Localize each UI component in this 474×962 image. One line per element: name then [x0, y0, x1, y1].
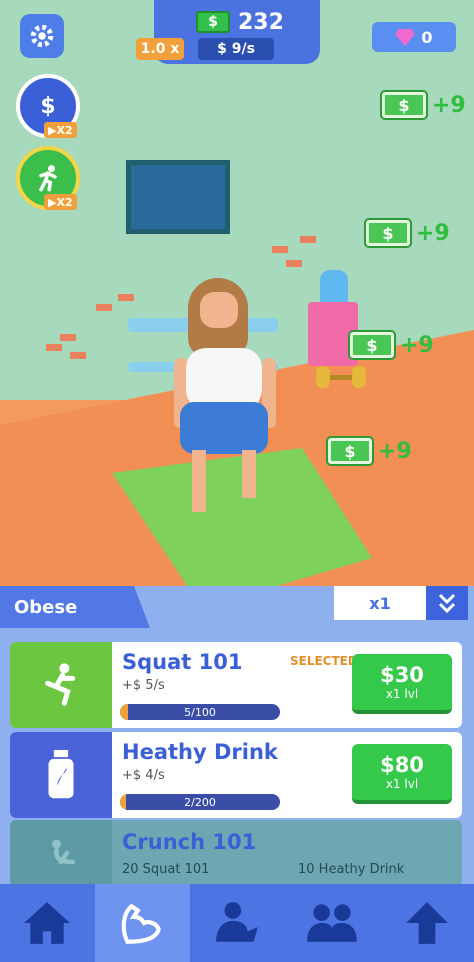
nav-upgrades[interactable]: [379, 884, 474, 962]
wall-brick: [96, 304, 112, 311]
unlock-requirement: 10 Heathy Drink: [298, 862, 405, 877]
crunch-icon: [10, 820, 112, 886]
unlock-requirement: 20 Squat 101: [122, 862, 210, 877]
wall-brick: [272, 246, 288, 253]
buy-price: $30: [380, 663, 424, 687]
bottle-icon: [10, 732, 112, 818]
cash-icon: $: [196, 11, 230, 33]
exercise-progress-bar: 2/200: [120, 794, 280, 810]
progress-text: 2/200: [184, 795, 216, 809]
buy-price: $80: [380, 753, 424, 777]
video-x2-badge: ▶ X2: [44, 194, 77, 210]
income-popup: $ +9: [380, 90, 466, 120]
speed-booster-button[interactable]: ▶ X2: [16, 146, 80, 210]
wall-brick: [46, 344, 62, 351]
income-popup: $ +9: [348, 330, 434, 360]
cash-display: $ 232: [196, 8, 284, 36]
income-rate: $ 9/s: [198, 38, 274, 60]
wall-brick: [60, 334, 76, 341]
selected-label: SELECTED: [290, 654, 358, 668]
diamond-icon: [395, 29, 416, 46]
wall-tv: [126, 160, 230, 234]
progress-text: 5/100: [184, 705, 216, 719]
exercise-name: Squat 101: [122, 650, 243, 674]
bottom-nav: [0, 884, 474, 962]
nav-home[interactable]: [0, 884, 95, 962]
wall-brick: [286, 260, 302, 267]
body-type-label: Obese: [0, 586, 150, 628]
wall-brick: [70, 352, 86, 359]
exercise-card-squat[interactable]: Squat 101 +$ 5/s SELECTED 5/100 $30 x1 l…: [10, 642, 462, 728]
buy-button[interactable]: $80 x1 lvl: [352, 744, 452, 804]
gear-icon: [30, 24, 54, 48]
wall-brick: [118, 294, 134, 301]
muscle-icon: [121, 903, 162, 944]
squat-icon: [10, 642, 112, 728]
exercise-name: Heathy Drink: [122, 740, 278, 764]
cash-icon: $: [348, 330, 396, 360]
settings-button[interactable]: [20, 14, 64, 58]
cash-icon: $: [380, 90, 428, 120]
nav-team[interactable]: [284, 884, 379, 962]
buy-multiplier-toggle[interactable]: x1: [334, 586, 426, 620]
exercise-income: +$ 4/s: [122, 768, 165, 783]
dumbbell: [316, 366, 366, 388]
cash-icon: $: [364, 218, 412, 248]
collapse-panel-button[interactable]: [426, 586, 468, 620]
workout-icon: [216, 902, 258, 942]
upgrade-arrow-icon: [405, 902, 448, 944]
team-icon: [306, 904, 357, 942]
income-popup: $ +9: [364, 218, 450, 248]
home-icon: [24, 902, 71, 944]
cash-icon: $: [326, 436, 374, 466]
wall-brick: [300, 236, 316, 243]
nav-exercises[interactable]: [94, 884, 190, 962]
exercise-name: Crunch 101: [122, 830, 257, 854]
player-character: [174, 278, 280, 528]
income-popup: $ +9: [326, 436, 412, 466]
nav-trainer[interactable]: [190, 884, 285, 962]
exercise-progress-bar: 5/100: [120, 704, 280, 720]
double-chevron-down-icon: [438, 593, 456, 614]
cash-amount: 232: [238, 9, 284, 35]
buy-level-step: x1 lvl: [385, 687, 419, 701]
buy-button[interactable]: $30 x1 lvl: [352, 654, 452, 714]
exercise-income: +$ 5/s: [122, 678, 165, 693]
exercise-card-drink[interactable]: Heathy Drink +$ 4/s 2/200 $80 x1 lvl: [10, 732, 462, 818]
gems-amount: 0: [421, 27, 433, 47]
income-multiplier: 1.0 x: [136, 38, 184, 60]
gems-display[interactable]: 0: [372, 22, 456, 52]
video-x2-badge: ▶ X2: [44, 122, 77, 138]
buy-level-step: x1 lvl: [385, 777, 419, 791]
money-booster-button[interactable]: $ ▶ X2: [16, 74, 80, 138]
locked-exercise-card: Crunch 101 20 Squat 101 10 Heathy Drink: [10, 820, 462, 886]
